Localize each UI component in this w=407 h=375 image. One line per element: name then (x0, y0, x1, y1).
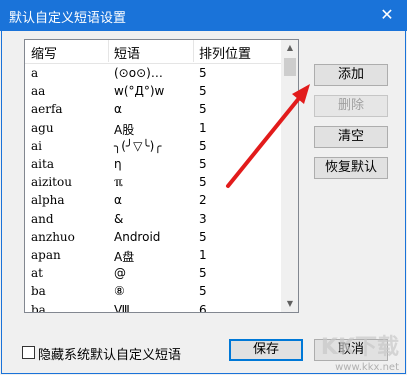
watermark-logo: KK下载 (320, 335, 399, 360)
watermark-url: www.kkx.net (335, 362, 399, 373)
annotation-arrow (226, 84, 310, 188)
